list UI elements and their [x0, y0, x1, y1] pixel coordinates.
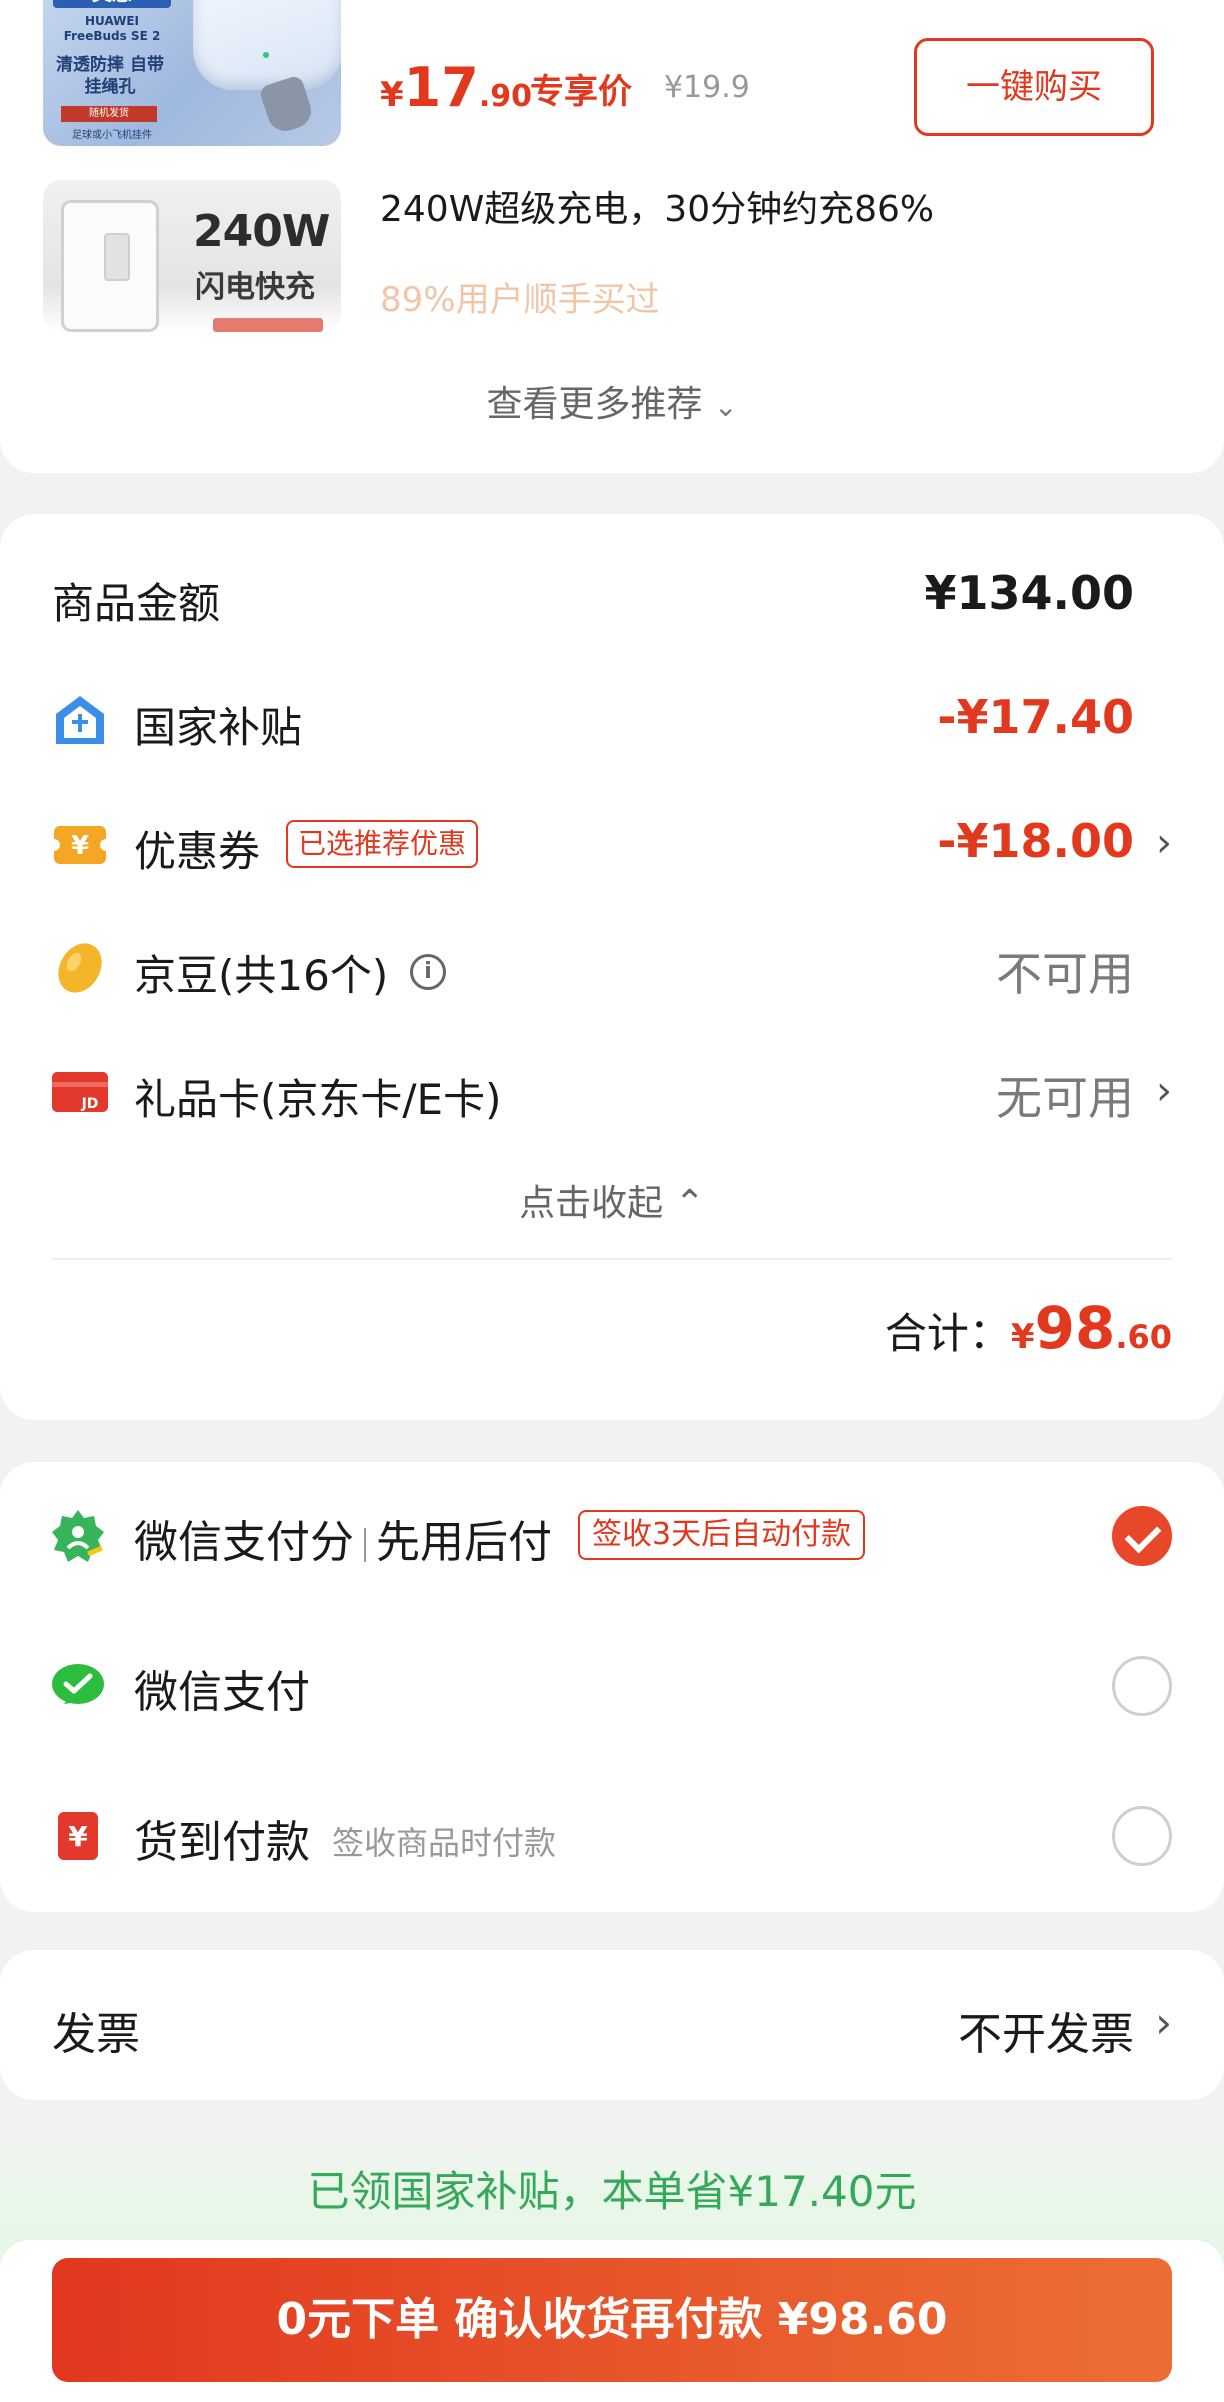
invoice-label: 发票: [52, 2009, 140, 2060]
submit-order-button[interactable]: 0元下单 确认收货再付款 ¥98.60: [52, 2258, 1172, 2382]
house-shield-icon: [56, 696, 104, 744]
svg-text:¥: ¥: [68, 1820, 88, 1853]
payment-radio[interactable]: [1112, 1806, 1172, 1866]
wechat-pay-label: 微信支付: [134, 1667, 310, 1718]
coupon-recommended-badge: 已选推荐优惠: [286, 820, 479, 868]
coupon-value: -¥18.00: [937, 814, 1134, 868]
recommendation-card: 美感 HUAWEI FreeBuds SE 2 清透防摔 自带挂绳孔 随机发货 …: [0, 0, 1224, 473]
yen-cash-icon: ¥: [58, 1812, 98, 1860]
recommendation-title: 240W超级充电，30分钟约充86%: [380, 189, 935, 230]
goods-amount-label: 商品金额: [52, 579, 221, 628]
yen-coupon-icon: ¥: [52, 826, 108, 864]
payment-method-card: 微信支付分 先用后付 签收3天后自动付款 微信支付 ¥ 货到付款 签收商品时付款: [0, 1462, 1224, 1912]
chevron-right-icon: ›: [1155, 1998, 1172, 2047]
divider: [52, 1258, 1172, 1260]
thumbnail-wattage: 240W: [193, 206, 330, 257]
gift-card-value: 无可用: [996, 1071, 1134, 1125]
one-click-buy-button[interactable]: 一键购买: [914, 38, 1154, 136]
chevron-right-icon: ›: [1156, 1068, 1172, 1114]
goods-amount-value: ¥134.00: [924, 566, 1134, 620]
jingdou-label: 京豆(共16个): [134, 951, 389, 1000]
recommendation-social-proof: 89%用户顺手买过: [380, 280, 660, 320]
national-subsidy-label: 国家补贴: [134, 703, 303, 752]
national-subsidy-value: -¥17.40: [937, 690, 1134, 744]
goods-amount-row: 商品金额 ¥134.00: [0, 556, 1224, 636]
invoice-value: 不开发票: [958, 2009, 1134, 2060]
charger-image: [61, 200, 159, 332]
cod-hint: 签收商品时付款: [332, 1824, 557, 1862]
gift-card-label: 礼品卡(京东卡/E卡): [134, 1075, 502, 1124]
subsidy-banner-text: 已领国家补贴，本单省¥17.40元: [307, 2167, 917, 2216]
thumbnail-caption: 闪电快充: [195, 270, 315, 305]
payment-radio[interactable]: [1112, 1656, 1172, 1716]
earbuds-case-image: [193, 0, 341, 90]
checkout-page: 美感 HUAWEI FreeBuds SE 2 清透防摔 自带挂绳孔 随机发货 …: [0, 0, 1224, 2402]
thumbnail-tag: 美感: [53, 0, 171, 8]
chevron-right-icon: ›: [1156, 820, 1172, 866]
payment-option-wechat-pay[interactable]: 微信支付: [0, 1634, 1224, 1734]
more-recommendations-label: 查看更多推荐: [486, 384, 703, 425]
svg-text:JD: JD: [81, 1096, 99, 1112]
invoice-row[interactable]: 发票 不开发票 ›: [0, 1950, 1224, 2100]
product-thumbnail[interactable]: 240W 闪电快充: [43, 180, 341, 332]
collapse-label: 点击收起: [519, 1183, 664, 1224]
thumbnail-subnote: 足球或小飞机挂件: [72, 130, 152, 141]
thumbnail-feature: 清透防摔 自带挂绳孔: [56, 55, 164, 97]
jingdou-value: 不可用: [996, 947, 1134, 1001]
chevron-up-icon: ⌃: [674, 1183, 705, 1224]
bottom-action-bar: 0元下单 确认收货再付款 ¥98.60: [0, 2240, 1224, 2402]
thumbnail-brand: HUAWEI FreeBuds SE 2: [63, 14, 161, 43]
payment-option-cod[interactable]: ¥ 货到付款 签收商品时付款: [0, 1784, 1224, 1884]
collapse-toggle[interactable]: 点击收起 ⌃: [0, 1174, 1224, 1226]
order-total: 合计：¥98.60: [884, 1294, 1172, 1362]
wechat-score-icon: [52, 1510, 104, 1562]
svg-text:¥: ¥: [71, 831, 89, 861]
product-thumbnail[interactable]: 美感 HUAWEI FreeBuds SE 2 清透防摔 自带挂绳孔 随机发货 …: [43, 0, 341, 146]
jd-card-icon: JD: [52, 1072, 108, 1112]
cod-label: 货到付款: [134, 1817, 310, 1868]
price-breakdown-card: 商品金额 ¥134.00 国家补贴 -¥17.40 ¥ 优惠券 已选推荐优惠 -…: [0, 514, 1224, 1420]
total-label: 合计：: [884, 1309, 1011, 1358]
wechat-score-label: 微信支付分 先用后付: [134, 1517, 552, 1568]
national-subsidy-row: 国家补贴 -¥17.40: [0, 680, 1224, 760]
coupon-label: 优惠券: [134, 827, 261, 876]
recommendation-price: ¥17.90: [380, 56, 532, 119]
original-price: ¥19.9: [664, 70, 750, 105]
chevron-down-icon: ⌄: [714, 390, 738, 423]
exclusive-price-label: 专享价: [530, 72, 632, 112]
thumbnail-note: 随机发货: [61, 106, 157, 122]
info-icon[interactable]: i: [410, 954, 446, 990]
bean-icon: [58, 943, 102, 993]
more-recommendations-link[interactable]: 查看更多推荐 ⌄: [0, 375, 1224, 427]
payment-radio-selected[interactable]: [1112, 1506, 1172, 1566]
auto-pay-badge: 签收3天后自动付款: [578, 1510, 866, 1560]
payment-option-wechat-score[interactable]: 微信支付分 先用后付 签收3天后自动付款: [0, 1484, 1224, 1584]
thumbnail-strip: [213, 318, 323, 332]
jingdou-row: 京豆(共16个) i 不可用: [0, 928, 1224, 1008]
gift-card-row[interactable]: JD 礼品卡(京东卡/E卡) 无可用 ›: [0, 1052, 1224, 1132]
coupon-row[interactable]: ¥ 优惠券 已选推荐优惠 -¥18.00 ›: [0, 804, 1224, 884]
wechat-pay-icon: [52, 1664, 104, 1704]
